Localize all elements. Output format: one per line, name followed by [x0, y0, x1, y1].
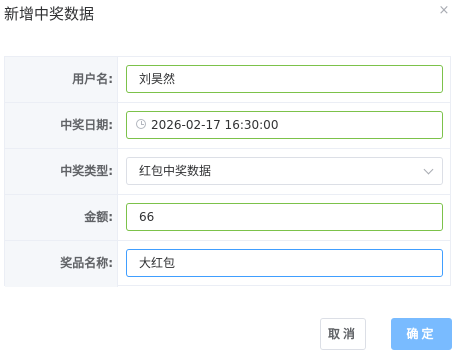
clock-icon	[136, 119, 146, 129]
confirm-button[interactable]: 确定	[391, 318, 452, 350]
form-row-win-type: 中奖类型: 红包中奖数据	[5, 149, 450, 195]
win-date-value: 2026-02-17 16:30:00	[151, 118, 279, 132]
prize-form: 用户名: 刘昊然 中奖日期: 2026-02-17 16:30:00 中奖类型:…	[4, 56, 451, 287]
cancel-button[interactable]: 取消	[320, 318, 366, 350]
dialog-title: 新增中奖数据	[4, 5, 95, 23]
win-date-picker[interactable]: 2026-02-17 16:30:00	[126, 111, 443, 139]
win-type-value: 红包中奖数据	[139, 164, 212, 178]
amount-label: 金额:	[5, 195, 118, 240]
username-input[interactable]: 刘昊然	[126, 65, 443, 93]
form-row-prize-name: 奖品名称: 大红包	[5, 241, 450, 287]
add-prize-dialog: 新增中奖数据 × 用户名: 刘昊然 中奖日期: 2026-02-17 16:30…	[0, 0, 455, 351]
close-icon[interactable]: ×	[437, 4, 451, 18]
win-type-label: 中奖类型:	[5, 149, 118, 194]
amount-input[interactable]: 66	[126, 203, 443, 231]
form-row-username: 用户名: 刘昊然	[5, 57, 450, 103]
form-row-win-date: 中奖日期: 2026-02-17 16:30:00	[5, 103, 450, 149]
prize-name-label: 奖品名称:	[5, 241, 118, 287]
username-label: 用户名:	[5, 57, 118, 102]
form-row-amount: 金额: 66	[5, 195, 450, 241]
chevron-down-icon	[423, 164, 434, 175]
win-date-label: 中奖日期:	[5, 103, 118, 148]
win-type-select[interactable]: 红包中奖数据	[126, 157, 443, 185]
prize-name-input[interactable]: 大红包	[126, 249, 443, 277]
